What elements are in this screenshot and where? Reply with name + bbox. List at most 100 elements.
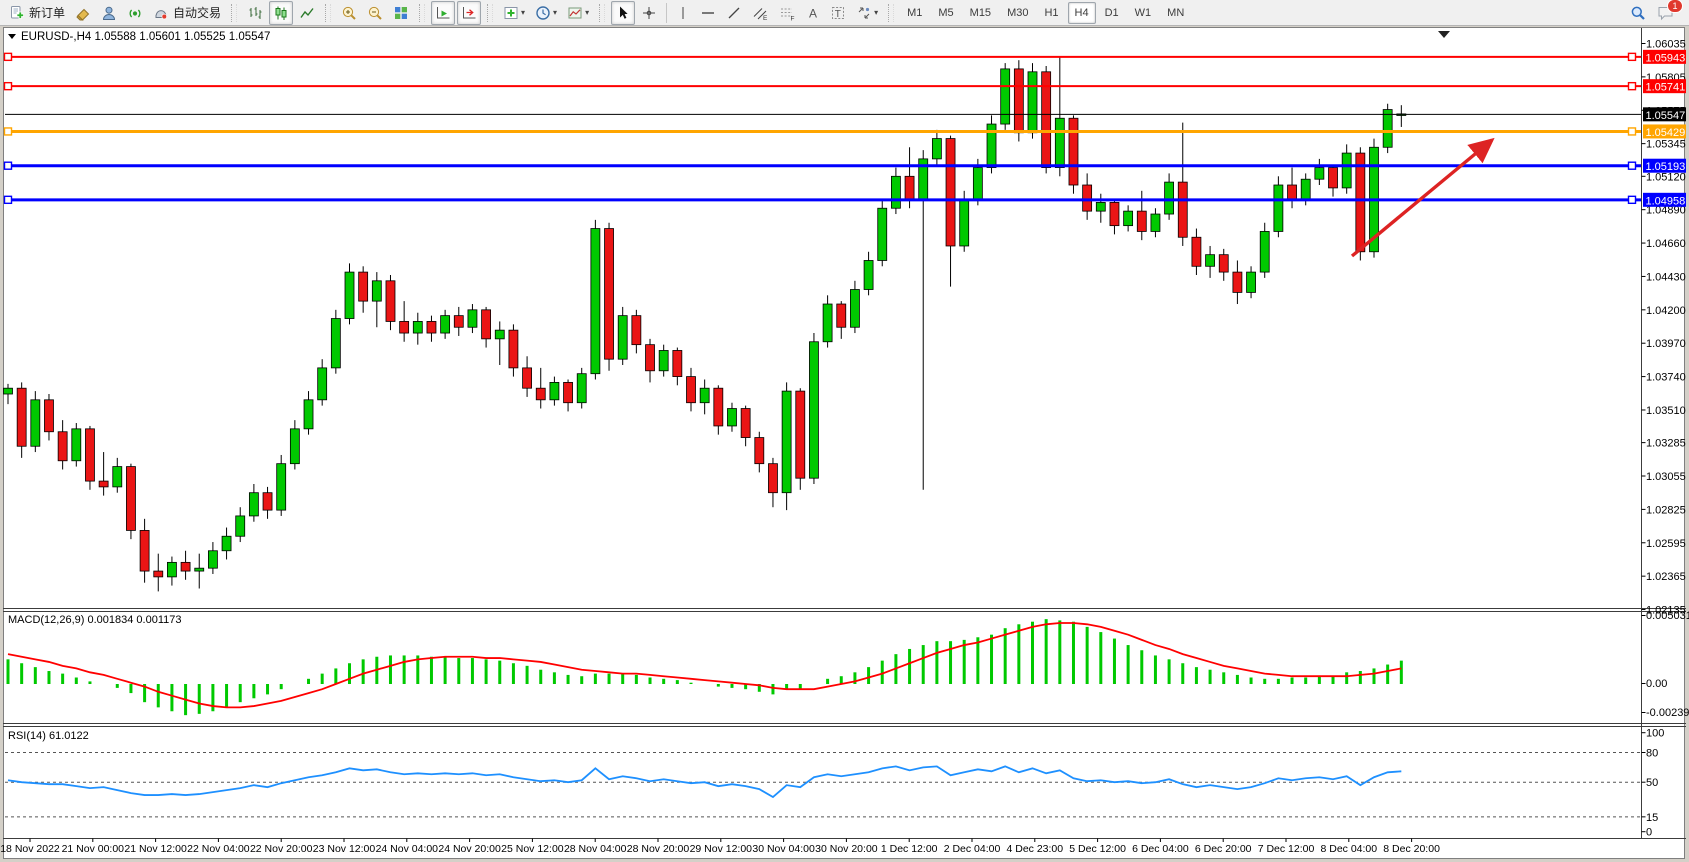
svg-text:6 Dec 04:00: 6 Dec 04:00 (1132, 843, 1189, 855)
horizontal-line-objects[interactable] (5, 53, 1642, 203)
signals-button[interactable] (123, 1, 147, 25)
line-chart-icon (299, 5, 315, 21)
date-axis: 18 Nov 202221 Nov 00:0021 Nov 12:0022 No… (0, 839, 1440, 856)
svg-text:1.06035: 1.06035 (1646, 39, 1686, 51)
svg-text:28 Nov 20:00: 28 Nov 20:00 (627, 843, 690, 855)
bar-chart-icon (247, 5, 263, 21)
svg-text:RSI(14) 61.0122: RSI(14) 61.0122 (8, 730, 89, 742)
svg-text:24 Nov 20:00: 24 Nov 20:00 (438, 843, 501, 855)
notifications-button[interactable]: 1 (1657, 4, 1675, 21)
indicators-button[interactable]: ▾ (499, 1, 529, 25)
timeframe-m5-button[interactable]: M5 (931, 2, 960, 24)
new-order-button[interactable]: 新订单 (5, 1, 69, 25)
svg-text:29 Nov 12:00: 29 Nov 12:00 (690, 843, 753, 855)
price-axis: 1.060351.058051.055751.053451.051201.048… (1642, 39, 1687, 617)
line-handle (5, 196, 12, 203)
search-button[interactable] (1626, 1, 1650, 25)
chevron-down-icon: ▾ (585, 8, 589, 17)
svg-text:30 Nov 04:00: 30 Nov 04:00 (752, 843, 815, 855)
new-order-label: 新订单 (29, 4, 65, 21)
timeframe-mn-button[interactable]: MN (1160, 2, 1191, 24)
vertical-line-tool-button[interactable] (672, 1, 694, 25)
svg-text:7 Dec 12:00: 7 Dec 12:00 (1258, 843, 1315, 855)
chart-canvas[interactable]: 1.060351.058051.055751.053451.051201.048… (0, 0, 1689, 862)
fibonacci-tool-button[interactable]: F (775, 1, 800, 25)
line-handle (1629, 128, 1636, 135)
svg-text:30 Nov 20:00: 30 Nov 20:00 (815, 843, 878, 855)
zoom-in-button[interactable] (337, 1, 361, 25)
line-handle (1629, 83, 1636, 90)
timeframe-m1-button[interactable]: M1 (900, 2, 929, 24)
line-handle (1629, 196, 1636, 203)
tile-windows-icon (393, 5, 409, 21)
bar-chart-button[interactable] (243, 1, 267, 25)
zoom-out-button[interactable] (363, 1, 387, 25)
text-icon: A (806, 5, 820, 21)
line-handle (5, 128, 12, 135)
arrows-tool-button[interactable]: ▾ (852, 1, 882, 25)
toolbar: 新订单 自动交易 ▾ ▾ (0, 0, 1689, 26)
timeframe-d1-button[interactable]: D1 (1098, 2, 1126, 24)
auto-scroll-icon (435, 5, 451, 21)
profile-icon (101, 5, 117, 21)
svg-text:1.04958: 1.04958 (1646, 195, 1686, 207)
candlestick-chart-button[interactable] (269, 1, 293, 25)
zoom-out-icon (367, 5, 383, 21)
svg-text:1.02825: 1.02825 (1646, 504, 1686, 516)
cursor-tool-button[interactable] (611, 1, 635, 25)
svg-text:15: 15 (1646, 812, 1658, 824)
toolbar-grip (599, 4, 605, 22)
svg-text:5 Dec 12:00: 5 Dec 12:00 (1069, 843, 1126, 855)
symbol-menu-icon (8, 34, 16, 39)
svg-text:1.05547: 1.05547 (1646, 110, 1686, 122)
chart-header: EURUSD-,H4 1.05588 1.05601 1.05525 1.055… (8, 31, 270, 43)
cursor-icon (615, 5, 631, 21)
svg-text:1.04660: 1.04660 (1646, 238, 1686, 250)
svg-text:MACD(12,26,9) 0.001834 0.00117: MACD(12,26,9) 0.001834 0.001173 (8, 614, 181, 626)
svg-text:24 Nov 04:00: 24 Nov 04:00 (376, 843, 439, 855)
periods-button[interactable]: ▾ (531, 1, 561, 25)
svg-text:50: 50 (1646, 777, 1658, 789)
indicators-icon (503, 5, 519, 21)
signal-icon (127, 5, 143, 21)
autotrading-icon (153, 5, 169, 21)
svg-text:1.02595: 1.02595 (1646, 538, 1686, 550)
timeframe-m30-button[interactable]: M30 (1000, 2, 1035, 24)
autotrading-button[interactable]: 自动交易 (149, 1, 225, 25)
tile-windows-button[interactable] (389, 1, 413, 25)
profile-button[interactable] (97, 1, 121, 25)
timeframe-h4-button[interactable]: H4 (1068, 2, 1096, 24)
styler-button[interactable] (71, 1, 95, 25)
line-handle (5, 83, 12, 90)
channel-icon: E (752, 5, 769, 21)
svg-text:1.05741: 1.05741 (1646, 82, 1686, 94)
auto-scroll-button[interactable] (431, 1, 455, 25)
text-label-icon: T (830, 5, 846, 21)
chart-shift-button[interactable] (457, 1, 481, 25)
svg-text:1.05193: 1.05193 (1646, 161, 1686, 173)
panel-frame (3, 28, 1686, 839)
line-chart-button[interactable] (295, 1, 319, 25)
timeframe-h1-button[interactable]: H1 (1037, 2, 1065, 24)
channel-tool-button[interactable]: E (748, 1, 773, 25)
svg-text:1.03740: 1.03740 (1646, 372, 1686, 384)
text-label-tool-button[interactable]: T (826, 1, 850, 25)
toolbar-grip (888, 4, 894, 22)
text-tool-button[interactable]: A (802, 1, 824, 25)
zoom-in-icon (341, 5, 357, 21)
trendline-tool-button[interactable] (722, 1, 746, 25)
svg-text:1.04200: 1.04200 (1646, 305, 1686, 317)
svg-text:21 Nov 12:00: 21 Nov 12:00 (124, 843, 187, 855)
timeframe-w1-button[interactable]: W1 (1128, 2, 1159, 24)
crosshair-tool-button[interactable] (637, 1, 661, 25)
timeframe-m15-button[interactable]: M15 (963, 2, 998, 24)
macd-panel: MACD(12,26,9) 0.001834 0.0011730.0050310… (8, 610, 1689, 719)
svg-text:E: E (763, 15, 768, 21)
svg-text:F: F (791, 15, 795, 21)
svg-text:1.03970: 1.03970 (1646, 338, 1686, 350)
horizontal-line-tool-button[interactable] (696, 1, 720, 25)
svg-text:23 Nov 12:00: 23 Nov 12:00 (313, 843, 376, 855)
templates-button[interactable]: ▾ (563, 1, 593, 25)
chart-shift-marker-icon (1438, 31, 1450, 38)
chevron-down-icon: ▾ (553, 8, 557, 17)
